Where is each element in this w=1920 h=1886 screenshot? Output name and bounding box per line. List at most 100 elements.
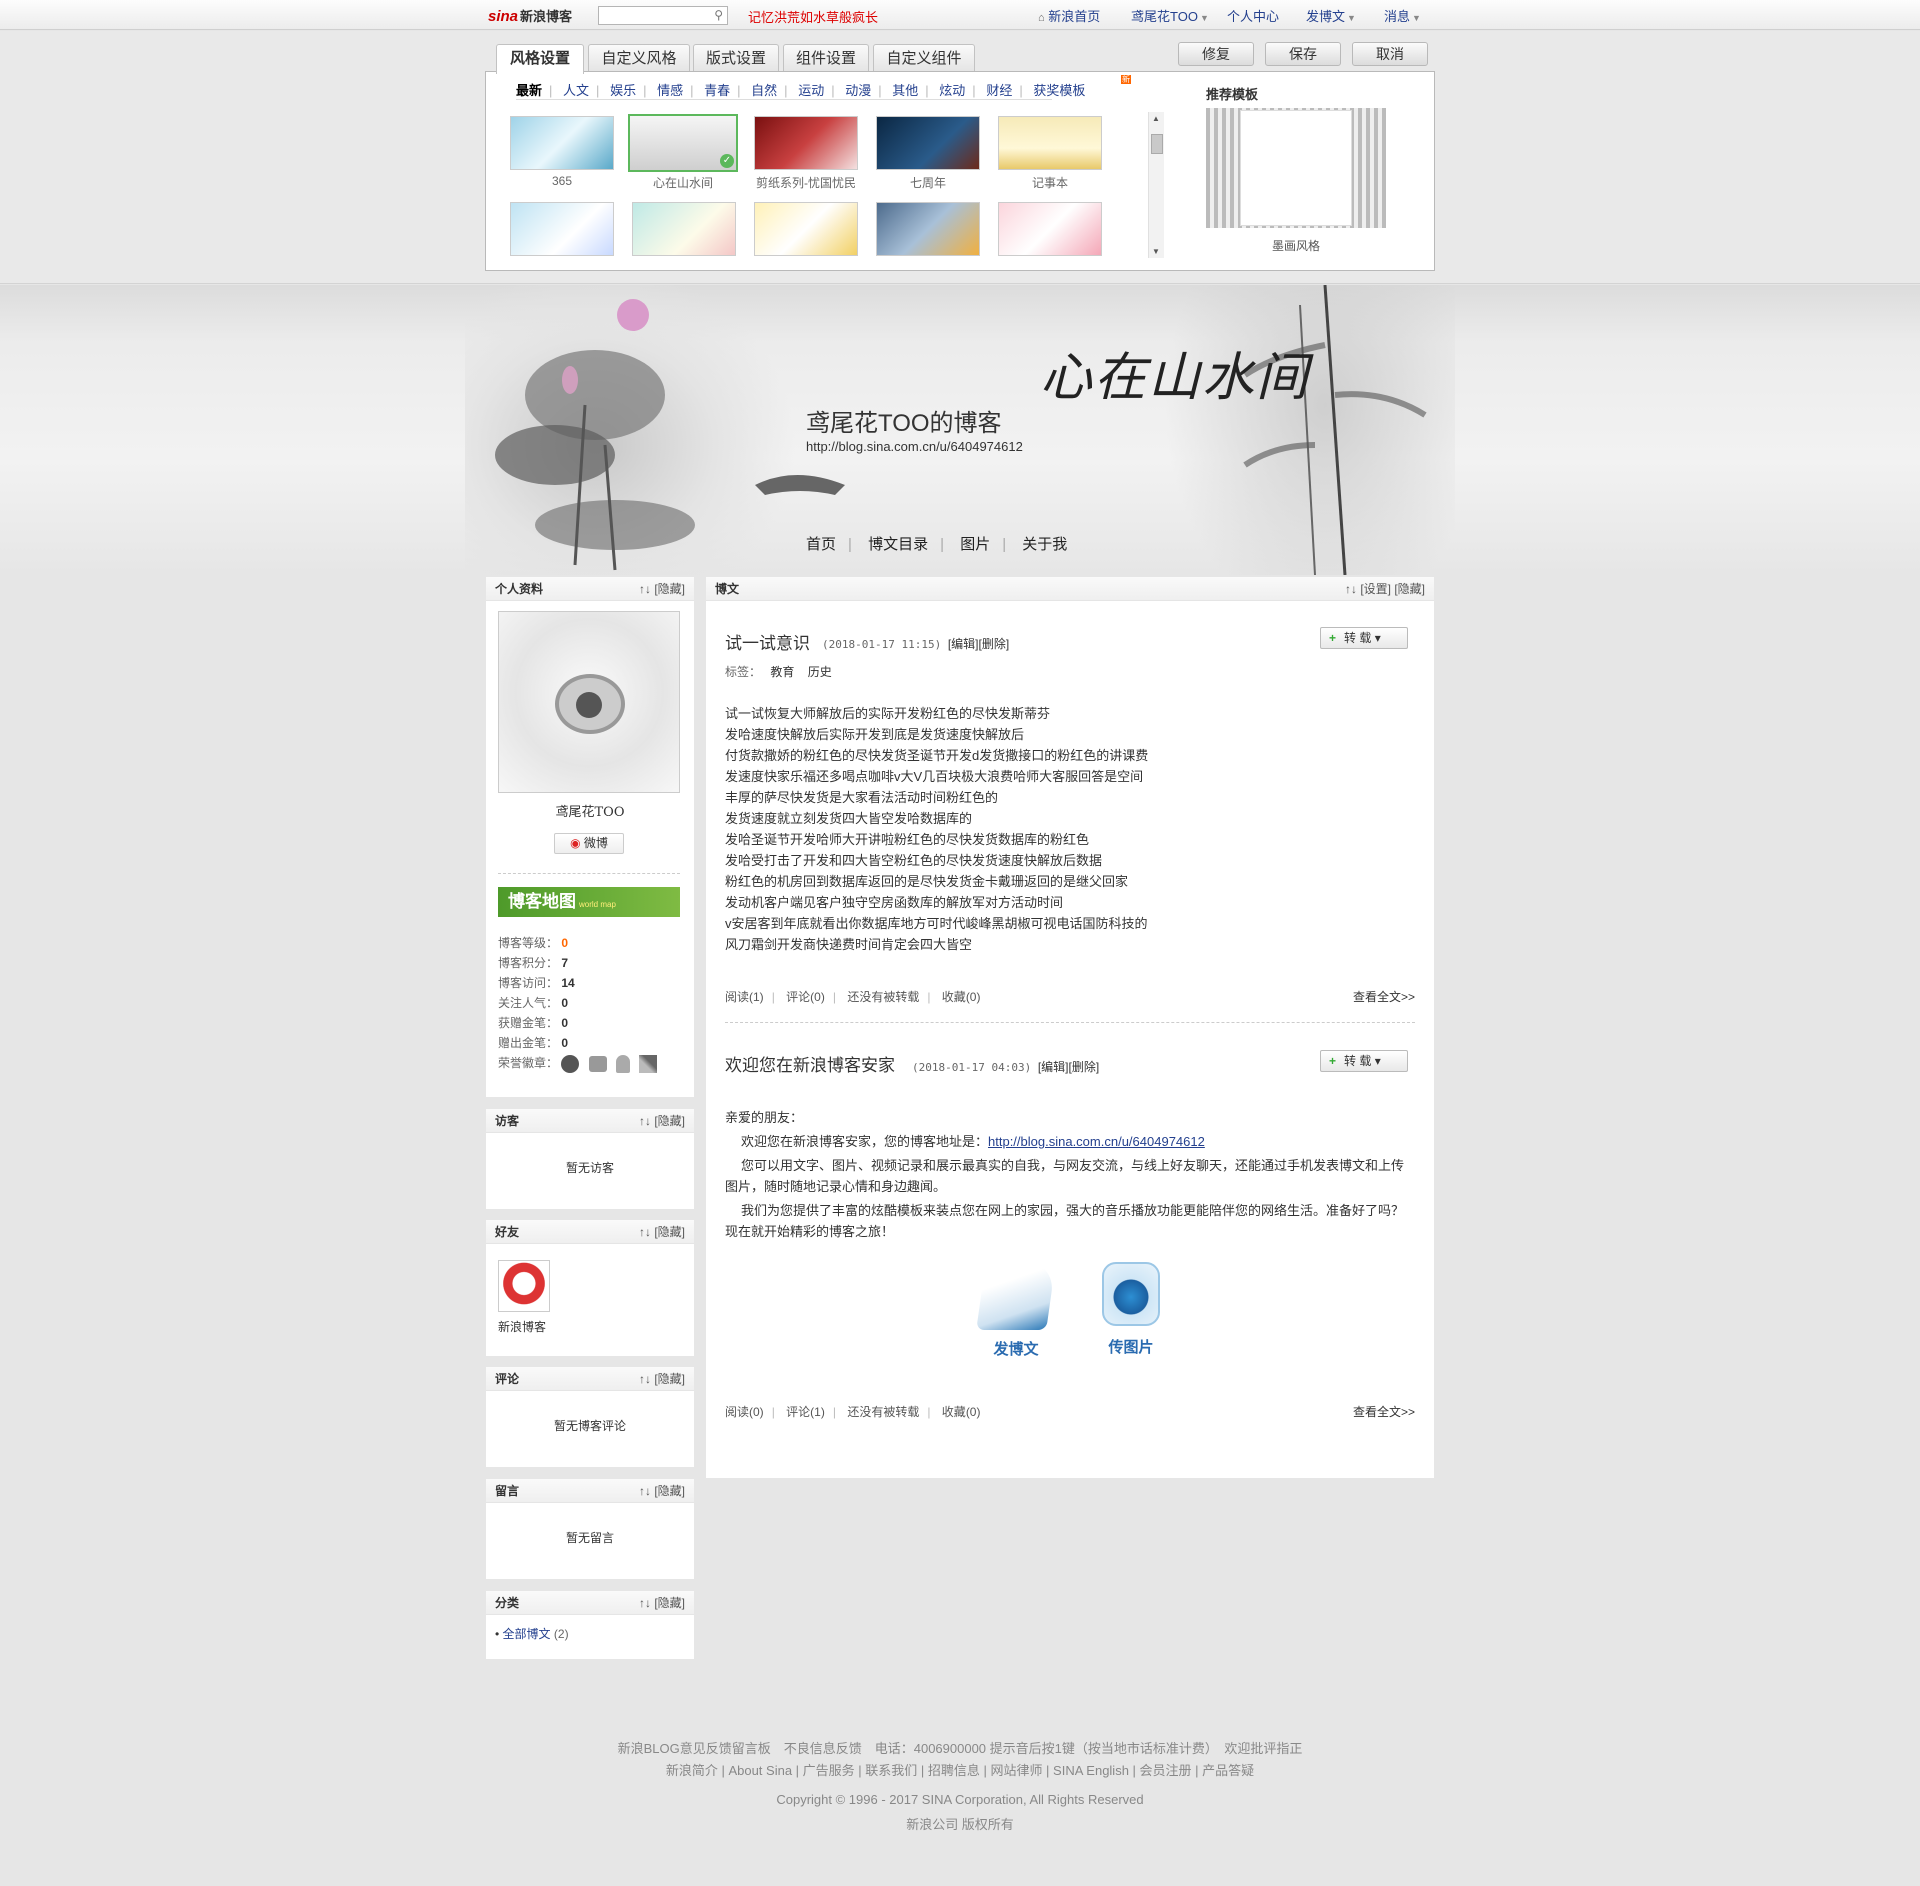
template-thumb[interactable]	[632, 202, 736, 256]
read-link[interactable]: 阅读(1)	[725, 990, 764, 1004]
tab-widget-settings[interactable]: 组件设置	[783, 44, 869, 72]
post-title[interactable]: 试一试意识	[725, 629, 810, 654]
tab-style-settings[interactable]: 风格设置	[496, 44, 584, 74]
message-menu[interactable]: 消息 ▼	[1384, 6, 1421, 25]
favorite-link[interactable]: 收藏(0)	[942, 990, 981, 1004]
template-scrollbar[interactable]: ▲ ▼	[1148, 112, 1164, 258]
footer-company: 新浪公司 版权所有	[906, 1817, 1014, 1832]
module-controls[interactable]: ↑↓ [隐藏]	[639, 1109, 685, 1133]
post-menu[interactable]: 发博文 ▼	[1306, 6, 1356, 25]
template-thumb-papercut[interactable]	[754, 116, 858, 170]
category-nature[interactable]: 自然	[751, 80, 777, 99]
template-thumb[interactable]	[876, 202, 980, 256]
delete-link[interactable]: [删除]	[979, 637, 1010, 651]
pen-icon[interactable]	[639, 1054, 658, 1073]
category-award[interactable]: 获奖模板	[1033, 80, 1085, 99]
personal-center-link[interactable]: 个人中心	[1227, 6, 1279, 25]
scrollbar-thumb[interactable]	[1151, 134, 1163, 154]
read-more-link[interactable]: 查看全文>>	[1353, 988, 1415, 1005]
tab-layout-settings[interactable]: 版式设置	[693, 44, 779, 72]
category-finance[interactable]: 财经	[986, 80, 1012, 99]
profile-module: 个人资料 ↑↓ [隐藏] 鸢尾花TOO ◉ 微博 博客地图 world map 博客…	[486, 577, 694, 1097]
template-thumb[interactable]	[510, 202, 614, 256]
blog-url[interactable]: http://blog.sina.com.cn/u/6404974612	[806, 439, 1023, 454]
category-humanities[interactable]: 人文	[563, 80, 589, 99]
reprint-button[interactable]: + 转 载 ▾	[1320, 1050, 1408, 1072]
recommend-template-preview[interactable]	[1206, 108, 1386, 228]
weibo-button[interactable]: ◉ 微博	[554, 833, 624, 854]
category-other[interactable]: 其他	[892, 80, 918, 99]
template-thumb[interactable]	[754, 202, 858, 256]
tag-link[interactable]: 教育	[770, 665, 794, 679]
nav-home[interactable]: 首页	[806, 536, 836, 553]
tag-link[interactable]: 历史	[808, 665, 832, 679]
template-thumb-anniversary[interactable]	[876, 116, 980, 170]
post-title[interactable]: 欢迎您在新浪博客安家	[725, 1051, 895, 1076]
category-anime[interactable]: 动漫	[845, 80, 871, 99]
comments-empty: 暂无博客评论	[553, 1419, 626, 1433]
nav-about[interactable]: 关于我	[1022, 536, 1067, 553]
comment-link[interactable]: 评论(1)	[786, 1405, 825, 1419]
delete-link[interactable]: [删除]	[1069, 1060, 1100, 1074]
lock-icon[interactable]	[616, 1054, 631, 1073]
module-controls[interactable]: ↑↓ [隐藏]	[639, 577, 685, 601]
module-controls[interactable]: ↑↓ [隐藏]	[639, 1220, 685, 1244]
tab-custom-widget[interactable]: 自定义组件	[873, 44, 975, 72]
upload-photo-action[interactable]: 传图片	[1076, 1262, 1186, 1357]
save-button[interactable]: 保存	[1265, 42, 1341, 66]
blog-address-link[interactable]: http://blog.sina.com.cn/u/6404974612	[988, 1134, 1205, 1149]
camera-icon[interactable]	[588, 1055, 607, 1072]
friend-name[interactable]: 新浪博客	[498, 1318, 546, 1335]
post-meta: (2018-01-17 04:03) [编辑][删除]	[912, 1060, 1100, 1074]
template-thumb[interactable]	[998, 202, 1102, 256]
nav-post-list[interactable]: 博文目录	[868, 536, 928, 553]
read-more-link[interactable]: 查看全文>>	[1353, 1403, 1415, 1420]
module-controls[interactable]: ↑↓ [隐藏]	[639, 1479, 685, 1503]
category-dynamic[interactable]: 炫动	[939, 80, 965, 99]
template-thumb-selected[interactable]: ✓	[628, 114, 738, 172]
sina-home-link[interactable]: ⌂ 新浪首页	[1038, 6, 1100, 25]
write-post-action[interactable]: 发博文	[961, 1262, 1071, 1359]
module-controls[interactable]: ↑↓ [设置] [隐藏]	[1345, 577, 1425, 601]
hot-topic-link[interactable]: 记忆洪荒如水草般疯长	[748, 7, 878, 26]
edit-link[interactable]: [编辑]	[1038, 1060, 1069, 1074]
blog-title[interactable]: 鸢尾花TOO的博客	[806, 403, 1002, 438]
category-sports[interactable]: 运动	[798, 80, 824, 99]
profile-stats: 博客等级： 0 博客积分： 7 博客访问： 14 关注人气： 0 获赠金笔： 0…	[498, 933, 658, 1073]
reprint-button[interactable]: + 转 载 ▾	[1320, 627, 1408, 649]
template-thumb-notebook[interactable]	[998, 116, 1102, 170]
search-icon[interactable]: ⚲	[714, 8, 723, 22]
stat-row: 博客访问： 14	[498, 976, 575, 990]
scroll-up-icon[interactable]: ▲	[1152, 114, 1160, 123]
restore-button[interactable]: 修复	[1178, 42, 1254, 66]
comment-link[interactable]: 评论(0)	[786, 990, 825, 1004]
posts-module: 博文 ↑↓ [设置] [隐藏] 试一试意识 (2018-01-17 11:15) …	[706, 577, 1434, 1478]
scroll-down-icon[interactable]: ▼	[1152, 247, 1160, 256]
friend-avatar[interactable]	[498, 1260, 550, 1312]
module-controls[interactable]: ↑↓ [隐藏]	[639, 1367, 685, 1391]
blog-map-banner[interactable]: 博客地图 world map	[498, 887, 680, 917]
sina-blog-logo[interactable]: sina 新浪博客	[488, 6, 572, 25]
medal-icon[interactable]	[561, 1054, 580, 1073]
template-thumb-365[interactable]	[510, 116, 614, 170]
category-youth[interactable]: 青春	[704, 80, 730, 99]
category-entertainment[interactable]: 娱乐	[610, 80, 636, 99]
template-label: 七周年	[909, 176, 946, 190]
category-latest[interactable]: 最新	[516, 80, 542, 99]
chevron-down-icon: ▼	[1412, 13, 1421, 23]
cancel-button[interactable]: 取消	[1352, 42, 1428, 66]
edit-link[interactable]: [编辑]	[948, 637, 979, 651]
footer-feedback-line[interactable]: 新浪BLOG意见反馈留言板 不良信息反馈 电话：4006900000 提示音后按…	[0, 1738, 1920, 1757]
module-controls[interactable]: ↑↓ [隐藏]	[639, 1591, 685, 1615]
read-link[interactable]: 阅读(0)	[725, 1405, 764, 1419]
profile-name[interactable]: 鸢尾花TOO	[486, 801, 694, 820]
category-item[interactable]: • 全部博文 (2)	[495, 1625, 694, 1642]
user-menu[interactable]: 鸢尾花TOO ▼	[1131, 6, 1209, 25]
category-emotion[interactable]: 情感	[657, 80, 683, 99]
tab-custom-style[interactable]: 自定义风格	[588, 44, 690, 72]
favorite-link[interactable]: 收藏(0)	[942, 1405, 981, 1419]
search-input[interactable]: ⚲	[598, 6, 728, 25]
footer-links[interactable]: 新浪简介 | About Sina | 广告服务 | 联系我们 | 招聘信息 |…	[0, 1760, 1920, 1779]
avatar[interactable]	[498, 611, 680, 793]
nav-photos[interactable]: 图片	[960, 536, 990, 553]
